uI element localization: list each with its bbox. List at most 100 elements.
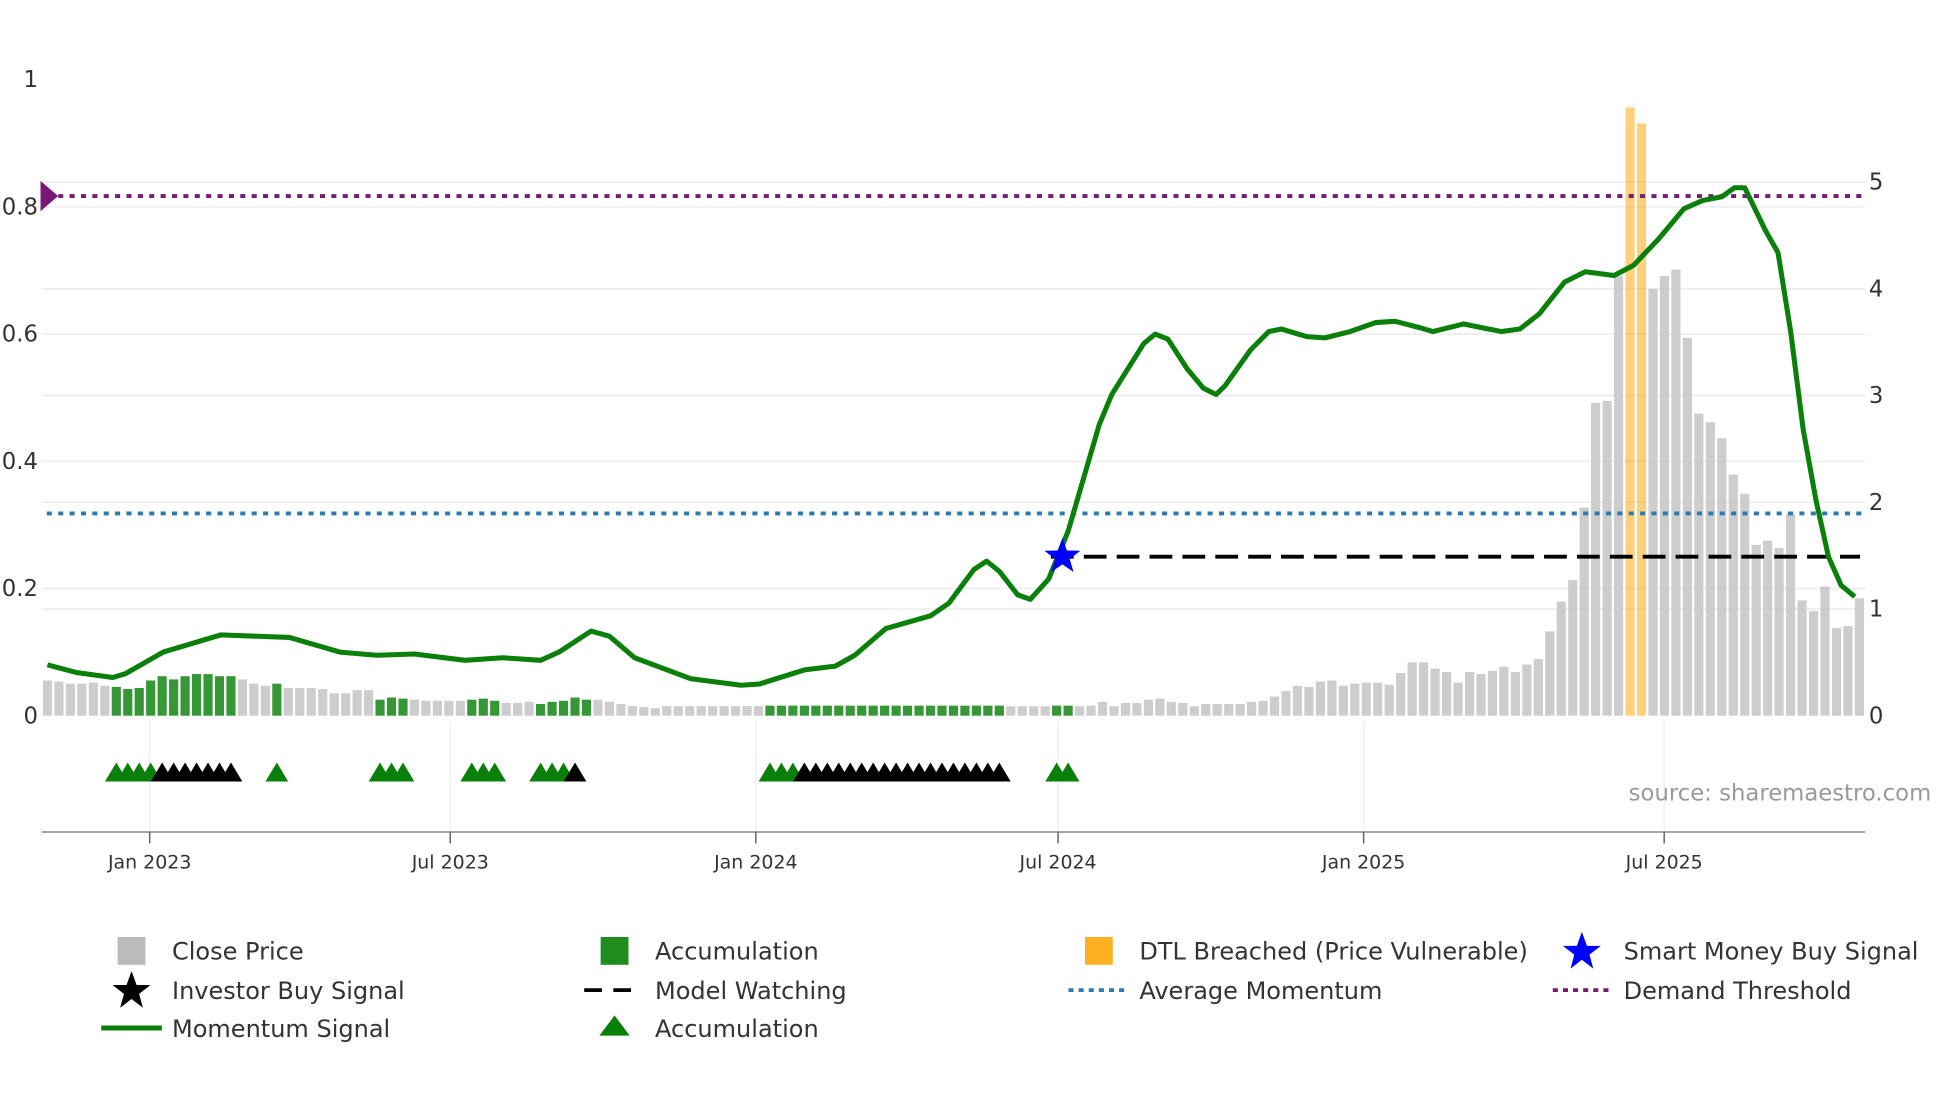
close-price-bar — [742, 706, 752, 716]
close-price-bar — [1441, 671, 1452, 716]
close-price-bar — [524, 701, 534, 716]
accumulation-bar — [536, 703, 546, 716]
close-price-bar — [1143, 699, 1153, 716]
close-price-bar — [88, 682, 98, 716]
close-price-bar — [662, 706, 672, 716]
legend-momentum-signal: Momentum Signal — [172, 1015, 390, 1043]
right-tick-label: 5 — [1869, 170, 1883, 196]
close-price-bar — [685, 706, 695, 716]
x-tick-label: Jul 2023 — [411, 852, 489, 874]
close-price-bar — [1109, 706, 1119, 716]
legend-average-momentum: Average Momentum — [1139, 977, 1382, 1005]
close-price-bar — [1384, 684, 1394, 716]
close-price-bar — [1419, 662, 1429, 716]
close-price-bar — [1613, 276, 1624, 716]
legend-model-watching: Model Watching — [655, 977, 847, 1005]
legend-smart-money: Smart Money Buy Signal — [1624, 938, 1919, 966]
close-price-bar — [1854, 598, 1864, 716]
close-price-bar — [54, 681, 64, 716]
accumulation-bar — [490, 700, 500, 716]
close-price-bar — [1338, 685, 1348, 716]
close-price-bar — [1510, 671, 1520, 716]
close-price-bar — [753, 706, 764, 716]
close-price-bar — [1556, 601, 1566, 716]
accumulation-bar — [180, 676, 190, 716]
accumulation-bar — [581, 699, 592, 716]
close-price-bar — [1786, 513, 1796, 716]
accumulation-bar — [811, 705, 821, 716]
close-price-bar — [1694, 413, 1704, 716]
accumulation-bar — [914, 705, 924, 716]
close-price-bar — [1430, 668, 1440, 716]
right-tick-label: 0 — [1869, 703, 1883, 729]
close-price-bar — [1843, 626, 1853, 716]
close-price-bar — [593, 699, 603, 716]
legend-accumulation-swatch — [600, 936, 629, 965]
close-price-bar — [1671, 269, 1681, 716]
accumulation-bar — [765, 705, 775, 716]
close-price-bar — [1281, 691, 1291, 716]
source-label: source: sharemaestro.com — [1629, 780, 1932, 806]
close-price-bar — [513, 702, 523, 716]
close-price-bar — [1201, 703, 1211, 716]
legend-close-price-swatch — [117, 936, 146, 965]
legend-investor-buy: Investor Buy Signal — [172, 977, 405, 1005]
legend-accumulation-bar: Accumulation — [655, 938, 819, 966]
legend-demand-threshold: Demand Threshold — [1624, 977, 1852, 1005]
accumulation-bar — [123, 689, 133, 716]
legend-blue-star-icon — [1562, 931, 1601, 969]
close-price-bar — [352, 690, 362, 716]
close-price-bar — [501, 702, 511, 716]
close-price-bar — [432, 700, 442, 716]
x-tick-label: Jul 2024 — [1018, 852, 1096, 874]
close-price-bar — [1269, 696, 1280, 716]
accumulation-bar — [776, 705, 787, 716]
right-tick-label: 3 — [1869, 383, 1883, 409]
accumulation-bar — [272, 683, 282, 716]
close-price-bar — [1361, 682, 1371, 716]
close-price-bar — [295, 687, 305, 716]
accumulation-bar — [134, 687, 144, 716]
close-price-bar — [1728, 474, 1738, 716]
accumulation-bar — [157, 676, 167, 716]
accumulation-bar — [868, 705, 878, 716]
close-price-bar — [1212, 703, 1222, 716]
close-price-bar — [1258, 700, 1268, 716]
close-price-bar — [1820, 586, 1830, 716]
close-price-bar — [719, 706, 729, 716]
price-bars — [42, 107, 1864, 716]
close-price-bar — [1568, 580, 1578, 716]
close-price-bar — [306, 687, 316, 716]
close-price-bar — [1178, 702, 1188, 716]
accumulation-bar — [1052, 705, 1062, 716]
accumulation-bar — [845, 705, 855, 716]
close-price-bar — [444, 700, 454, 716]
close-price-bar — [1545, 631, 1555, 716]
close-price-bar — [1487, 670, 1498, 716]
right-tick-label: 1 — [1869, 597, 1883, 623]
close-price-bar — [363, 690, 374, 716]
close-price-bar — [1396, 673, 1406, 716]
x-tick-label: Jul 2025 — [1625, 852, 1703, 874]
accumulation-bar — [203, 674, 213, 716]
accumulation-bar — [214, 676, 225, 716]
legend-black-star-icon — [112, 971, 151, 1008]
close-price-bar — [1751, 544, 1761, 716]
dtl-breached-bar — [1636, 123, 1647, 716]
accumulation-bar — [994, 705, 1004, 716]
close-price-bar — [318, 689, 328, 716]
accumulation-bar — [925, 705, 936, 716]
reference-lines — [40, 180, 1862, 559]
close-price-bar — [1235, 703, 1245, 716]
close-price-bar — [1763, 540, 1773, 716]
close-price-bar — [1407, 662, 1417, 716]
close-price-bar — [421, 700, 431, 716]
close-price-bar — [1774, 548, 1784, 716]
close-price-bar — [1831, 628, 1842, 716]
close-price-bar — [341, 693, 351, 716]
close-price-bar — [708, 706, 718, 716]
accumulation-bar — [226, 676, 236, 716]
accumulation-bar — [948, 705, 959, 716]
close-price-bar — [730, 706, 741, 716]
left-tick-label: 0.4 — [2, 449, 38, 475]
